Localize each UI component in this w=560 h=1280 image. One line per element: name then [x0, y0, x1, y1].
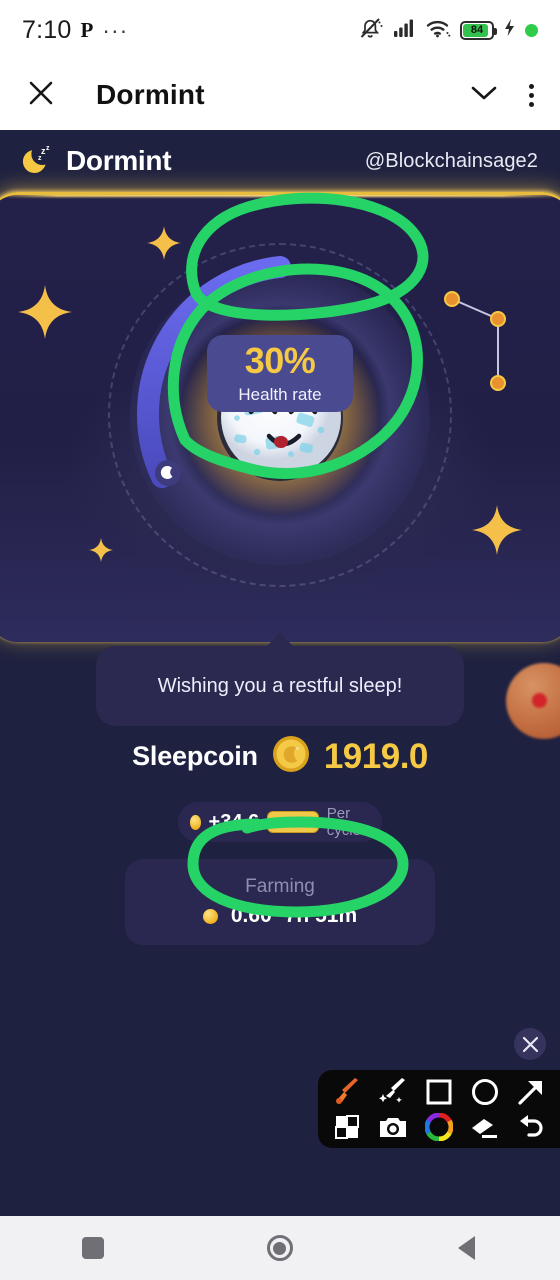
page-title: Dormint	[96, 79, 205, 110]
constellation-icon	[440, 285, 520, 395]
annotation-close-button[interactable]	[514, 1028, 546, 1060]
farming-time: 7h 51m	[284, 904, 358, 927]
camera-icon[interactable]	[373, 1110, 413, 1144]
signal-icon	[393, 18, 417, 43]
undo-arrow-icon[interactable]	[511, 1110, 551, 1144]
farming-card[interactable]: Farming 0.60 7h 51m	[125, 859, 435, 945]
star-icon	[16, 283, 74, 341]
green-dot-icon	[525, 23, 538, 37]
app-content: z z z Dormint @Blockchainsage2 30% Healt…	[0, 130, 560, 1215]
sleepcoin-coin-icon	[272, 735, 310, 778]
color-wheel-icon[interactable]	[419, 1110, 459, 1144]
svg-text:z: z	[38, 155, 42, 162]
brand-row: z z z Dormint @Blockchainsage2	[0, 130, 560, 192]
arrow-up-right-icon[interactable]	[511, 1075, 551, 1109]
sleepcoin-row: Sleepcoin 1919.0	[0, 735, 560, 778]
farming-values: 0.60 7h 51m	[202, 904, 358, 928]
paintbrush-icon[interactable]	[327, 1075, 367, 1109]
message-bubble: Wishing you a restful sleep!	[96, 633, 464, 726]
charging-bolt-icon	[503, 18, 516, 42]
status-bar-left: 7:10 P ···	[22, 16, 128, 45]
triangle-back-icon	[458, 1236, 476, 1260]
cycle-amount: +34.6	[208, 810, 260, 833]
health-percent: 30%	[244, 339, 316, 381]
farming-label: Farming	[245, 876, 315, 897]
eraser-icon[interactable]	[465, 1110, 505, 1144]
character-card	[0, 192, 560, 642]
sleeping-moon-logo-icon: z z z	[22, 142, 56, 181]
phone-screen: 7:10 P ··· 84 Dormint z z z Dormint @Blo…	[0, 0, 560, 1280]
wifi-icon	[426, 18, 451, 43]
close-icon[interactable]	[26, 78, 56, 113]
app-top-bar: Dormint	[0, 60, 560, 130]
farming-amount: 0.60	[230, 904, 272, 927]
recents-button[interactable]	[48, 1228, 138, 1268]
battery-percent: 84	[470, 24, 484, 36]
edge-planet-decoration	[506, 663, 560, 739]
annotation-toolbar	[318, 1070, 560, 1148]
mute-icon	[359, 17, 384, 44]
top-bar-actions	[469, 83, 534, 108]
sleepcoin-label: Sleepcoin	[132, 741, 258, 771]
message-text: Wishing you a restful sleep!	[157, 674, 403, 697]
circle-icon[interactable]	[465, 1075, 505, 1109]
user-handle: @Blockchainsage2	[364, 149, 538, 172]
coin-dot-icon	[190, 814, 201, 830]
system-navigation-bar	[0, 1216, 560, 1280]
notification-overflow-icon: ···	[102, 17, 129, 43]
brand-name: Dormint	[66, 145, 172, 176]
svg-text:z: z	[46, 145, 50, 152]
chevron-down-icon[interactable]	[469, 83, 499, 108]
circle-icon	[266, 1235, 293, 1261]
battery-icon: 84	[460, 20, 497, 40]
sparkle-brush-icon[interactable]	[373, 1075, 413, 1109]
coin-dot-icon	[202, 908, 218, 924]
square-icon	[82, 1237, 105, 1259]
star-icon	[470, 503, 524, 557]
app-indicator-icon: P	[80, 17, 94, 42]
status-time: 7:10	[22, 15, 72, 44]
sleepcoin-value: 1919.0	[323, 736, 429, 776]
health-rate-label: Health rate	[238, 384, 322, 404]
checkerboard-icon[interactable]	[327, 1110, 367, 1144]
square-icon[interactable]	[419, 1075, 459, 1109]
cycle-period-label: Per cycle	[326, 805, 361, 839]
health-rate-pill[interactable]: 30% Health rate	[207, 335, 353, 412]
status-bar-right: 84	[359, 17, 538, 44]
cycle-multiplier-badge: X0.30	[267, 811, 319, 833]
overflow-menu-icon[interactable]	[529, 83, 534, 107]
brand-logo: z z z Dormint	[22, 142, 172, 181]
home-button[interactable]	[235, 1228, 325, 1268]
status-bar: 7:10 P ··· 84	[0, 0, 560, 60]
back-button[interactable]	[422, 1228, 512, 1268]
per-cycle-pill[interactable]: +34.6 X0.30 Per cycle	[178, 802, 382, 842]
